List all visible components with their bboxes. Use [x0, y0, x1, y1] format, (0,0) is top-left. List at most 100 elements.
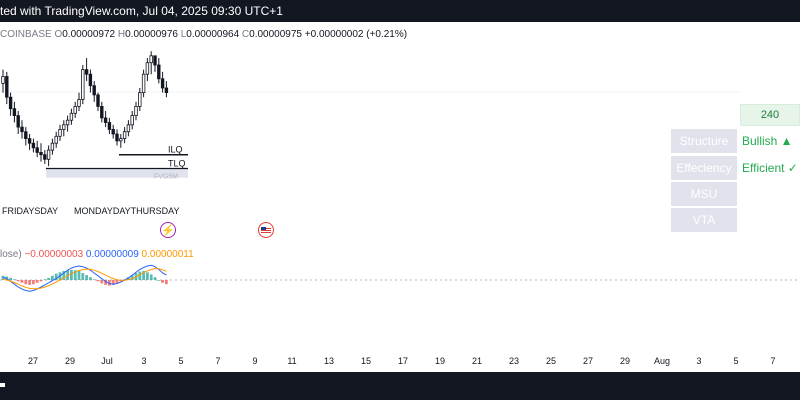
x-tick-label: 3 [696, 356, 701, 366]
candle-body [107, 122, 112, 130]
day-labels-mid: MONDAYDAYTHURSDAY [74, 206, 180, 216]
candle-body [115, 133, 119, 142]
table-label-msu[interactable]: MSU [671, 182, 737, 206]
us-flag-icon[interactable] [258, 222, 274, 238]
candle-body [46, 149, 51, 160]
x-tick-label: 5 [733, 356, 738, 366]
macd-histogram-bar [96, 280, 100, 282]
x-tick-label: Jul [101, 356, 113, 366]
macd-histogram-bar [149, 274, 153, 280]
candle-body [39, 151, 43, 156]
x-tick-label: 15 [361, 356, 371, 366]
candle-body [160, 78, 165, 89]
candle-body [119, 138, 123, 142]
candle-body [96, 94, 100, 107]
x-tick-label: 7 [215, 356, 220, 366]
candle-body [138, 92, 142, 107]
macd-histogram-bar [39, 280, 43, 282]
candle-body [43, 154, 47, 160]
candle-body [20, 126, 24, 133]
macd-histogram-bar [13, 279, 16, 281]
candle-body [84, 69, 89, 75]
table-value-efficiency: Efficient ✓ [742, 161, 798, 175]
candle-body [126, 124, 131, 133]
macd-histogram-bar [35, 280, 39, 283]
ilq-label: ILQ [168, 145, 183, 155]
candle-body [50, 142, 55, 151]
macd-histogram-bar [85, 275, 88, 280]
macd-histogram-bar [16, 280, 20, 282]
x-tick-label: Aug [654, 356, 670, 366]
candle-body [16, 115, 20, 128]
x-tick-label: 9 [252, 356, 257, 366]
levels-layer: ILQ FVG5M TLQ [46, 145, 188, 181]
candle-body [27, 138, 32, 144]
day-labels-left: FRIDAYSDAY [2, 206, 58, 216]
candle-body [69, 112, 74, 121]
candle-body [164, 87, 169, 93]
candle-body [111, 128, 115, 135]
x-tick-label: 29 [620, 356, 630, 366]
x-tick-label: 7 [770, 356, 775, 366]
macd-legend-label: lose) [0, 249, 22, 260]
candle-body [145, 62, 150, 75]
fvg-label: FVG5M [154, 174, 178, 181]
x-tick-label: 25 [546, 356, 556, 366]
candle-body [65, 119, 70, 126]
x-tick-label: 17 [398, 356, 408, 366]
macd-layer [1, 264, 168, 292]
candle-body [35, 147, 39, 153]
candle-body [81, 69, 85, 100]
x-tick-label: 19 [435, 356, 445, 366]
macd-histogram-bar [51, 275, 54, 280]
macd-legend-signal: 0.00000011 [141, 249, 194, 260]
x-tick-label: 21 [472, 356, 482, 366]
macd-histogram-bar [157, 280, 161, 281]
macd-histogram-bar [70, 269, 73, 280]
macd-histogram-bar [100, 280, 104, 284]
x-tick-label: 5 [178, 356, 183, 366]
candle-body [31, 142, 36, 149]
macd-histogram-bar [24, 280, 28, 285]
macd-histogram-bar [146, 272, 149, 280]
signal-line [2, 267, 167, 290]
candle-body [149, 55, 153, 64]
x-tick-label: 27 [583, 356, 593, 366]
candle-body [58, 128, 62, 137]
x-tick-label: 23 [509, 356, 519, 366]
macd-histogram-bar [165, 280, 168, 285]
table-label-structure[interactable]: Structure [671, 129, 737, 153]
lightning-icon[interactable]: ⚡ [160, 222, 176, 238]
macd-histogram-bar [161, 280, 164, 283]
candle-body [88, 73, 93, 87]
macd-histogram-bar [20, 280, 24, 283]
macd-legend: lose) −0.00000003 0.00000009 0.00000011 [0, 249, 194, 260]
table-label-efficiency[interactable]: Effeciency [671, 156, 737, 180]
candle-body [130, 115, 134, 126]
macd-histogram-bar [92, 279, 96, 281]
x-tick-label: 27 [28, 356, 38, 366]
macd-histogram-bar [43, 279, 47, 281]
x-axis: 27 29 Jul 3 5 7 9 11 13 15 17 19 21 23 25 27 29 Aug 3 5 7 [28, 356, 776, 366]
candle-body [134, 106, 138, 117]
macd-histogram-bar [153, 277, 157, 280]
macd-legend-hist: −0.00000003 [24, 249, 84, 260]
macd-histogram-bar [89, 277, 92, 280]
candle-body [92, 85, 96, 96]
x-tick-label: 11 [287, 356, 296, 366]
table-value-structure: Bullish ▲ [742, 134, 793, 148]
macd-legend-macd: 0.00000009 [85, 249, 139, 260]
candle-body [103, 117, 108, 123]
price-scale-label: 240 [740, 104, 800, 126]
table-label-vta[interactable]: VTA [671, 208, 737, 232]
macd-histogram-bar [81, 273, 85, 280]
candles-layer [1, 51, 169, 167]
tlq-label: TLQ [168, 159, 186, 169]
x-tick-label: 13 [324, 356, 334, 366]
candle-body [100, 106, 104, 119]
candle-body [8, 96, 13, 110]
bottom-bar [0, 372, 800, 400]
macd-histogram-bar [47, 277, 50, 280]
candle-body [1, 76, 5, 84]
candle-body [141, 73, 146, 93]
